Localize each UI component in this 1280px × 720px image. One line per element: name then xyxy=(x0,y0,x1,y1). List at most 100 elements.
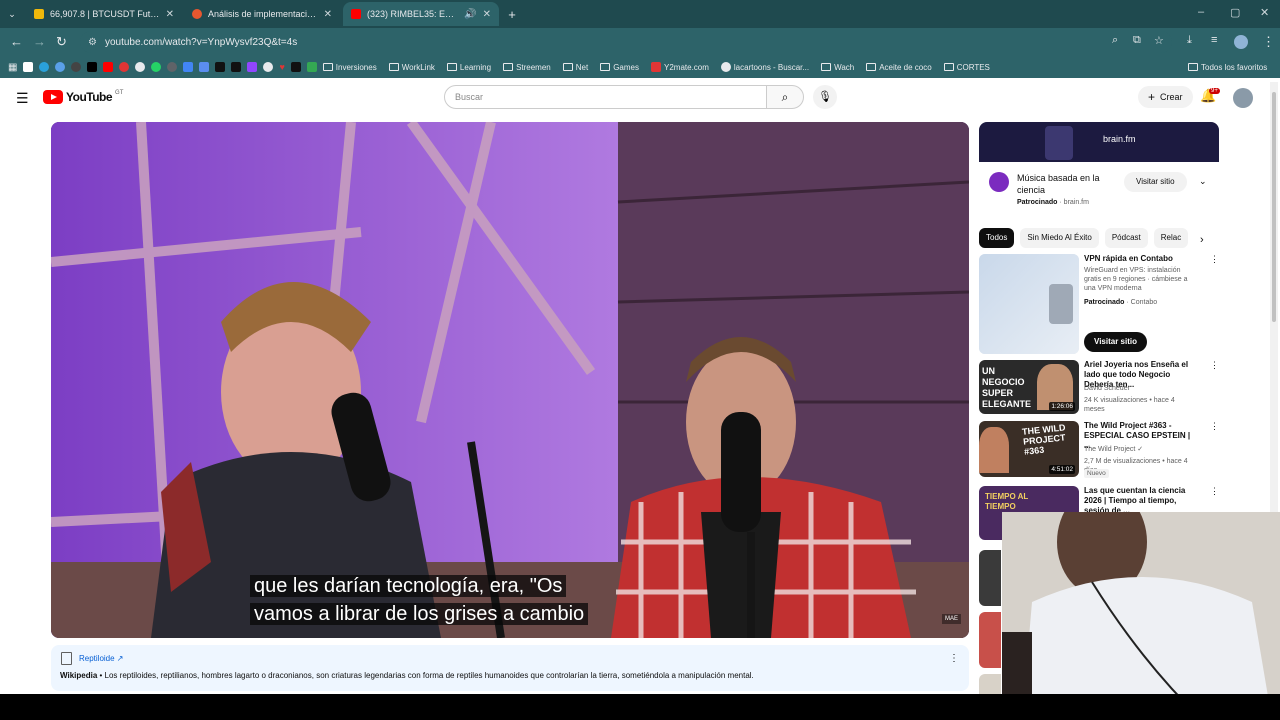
thumbnail[interactable]: UN NEGOCIO SUPER ELEGANTE 1:26:06 xyxy=(979,360,1079,414)
scrollbar-thumb[interactable] xyxy=(1272,92,1276,322)
webcam-overlay xyxy=(1002,512,1280,720)
ad-title: Música basada en la ciencia xyxy=(1017,173,1100,195)
chevron-right-icon[interactable]: › xyxy=(1200,234,1204,246)
close-icon[interactable]: ✕ xyxy=(483,9,491,20)
create-button[interactable]: + Crear xyxy=(1138,86,1193,108)
apps-icon[interactable]: ▦ xyxy=(8,62,17,73)
zoom-icon[interactable]: ⌕ xyxy=(1112,34,1118,47)
bookmark-lacartoons[interactable]: lacartoons - Buscar... xyxy=(720,62,809,72)
bookmark-folder-wach[interactable]: Wach xyxy=(821,63,854,72)
close-icon[interactable]: ✕ xyxy=(166,9,174,20)
shield-icon[interactable] xyxy=(290,62,301,72)
thumbnail-text: UN NEGOCIO SUPER ELEGANTE xyxy=(982,366,1032,409)
bookmark-folder-inversiones[interactable]: Inversiones xyxy=(322,63,377,72)
minimize-icon[interactable]: – xyxy=(1198,6,1204,18)
new-tab-button[interactable]: + xyxy=(502,2,522,26)
bookmark-folder-games[interactable]: Games xyxy=(600,63,639,72)
avatar[interactable] xyxy=(1233,88,1253,108)
thumbnail[interactable] xyxy=(979,612,1001,668)
bookmark-folder-learning[interactable]: Learning xyxy=(446,63,491,72)
bookmark-folder-worklink[interactable]: WorkLink xyxy=(388,63,435,72)
more-options-icon[interactable]: ⋮ xyxy=(1210,486,1219,497)
channel-name[interactable]: David Scheuer xyxy=(1084,384,1196,393)
close-icon[interactable]: ✕ xyxy=(324,9,332,20)
music-icon[interactable] xyxy=(119,62,130,72)
telegram-icon[interactable] xyxy=(39,62,50,72)
docs-icon[interactable] xyxy=(183,62,194,72)
download-icon[interactable]: ⤓ xyxy=(1187,34,1192,47)
reload-icon[interactable]: ↻ xyxy=(56,34,67,50)
close-window-icon[interactable]: ✕ xyxy=(1260,6,1269,19)
translate-icon[interactable] xyxy=(199,62,210,72)
thumbnail[interactable] xyxy=(979,550,1001,606)
globe-icon[interactable] xyxy=(167,62,178,72)
chatgpt-icon[interactable] xyxy=(135,62,146,72)
info-panel-title-link[interactable]: Reptiloide ↗ xyxy=(79,654,124,663)
all-bookmarks[interactable]: Todos los favoritos xyxy=(1188,63,1267,72)
bookmark-folder-aceite[interactable]: Aceite de coco xyxy=(866,63,932,72)
channel-name[interactable]: The Wild Project ✓ xyxy=(1084,445,1196,454)
search-button[interactable]: ⌕ xyxy=(766,85,804,109)
cast-icon[interactable]: ⧉ xyxy=(1133,34,1141,47)
chevron-down-icon[interactable]: ⌄ xyxy=(1199,176,1207,187)
bookmark-folder-cortes[interactable]: CORTES xyxy=(943,63,990,72)
thumbnail[interactable] xyxy=(979,674,1001,694)
forward-icon[interactable]: → xyxy=(33,34,46,49)
chip-sin-miedo[interactable]: Sin Miedo Al Éxito xyxy=(1020,228,1099,248)
brainfm-icon xyxy=(989,172,1009,192)
more-options-icon[interactable]: ⋮ xyxy=(1210,421,1219,432)
app-icon[interactable] xyxy=(263,62,274,72)
more-options-icon[interactable]: ⋮ xyxy=(1210,360,1219,371)
video-player[interactable]: que les darían tecnología, era, "Os vamo… xyxy=(51,122,969,638)
list-item[interactable]: THE WILD PROJECT #363 4:51:02 The Wild P… xyxy=(979,421,1219,481)
tiktok-icon[interactable] xyxy=(231,62,242,72)
more-options-icon[interactable]: ⋮ xyxy=(949,653,959,664)
duration-badge: 1:26:06 xyxy=(1049,402,1075,411)
x-icon[interactable] xyxy=(87,62,98,72)
bookmark-folder-streemen[interactable]: Streemen xyxy=(503,63,551,72)
search-input[interactable]: Buscar xyxy=(444,85,767,109)
video-meta: 24 K visualizaciones • hace 4 meses xyxy=(1084,397,1175,413)
chip-relac[interactable]: Relac xyxy=(1153,228,1189,248)
hamburger-menu-icon[interactable]: ☰ xyxy=(16,90,29,107)
more-options-icon[interactable]: ⋮ xyxy=(1210,254,1219,265)
tab-btcusdt[interactable]: 66,907.8 | BTCUSDT Futuros - E ✕ xyxy=(26,2,182,26)
tab-youtube[interactable]: (323) RIMBEL35: Extraterre 🔊 ✕ xyxy=(343,2,499,26)
thumbnail[interactable] xyxy=(979,254,1079,354)
thumbnail[interactable]: THE WILD PROJECT #363 4:51:02 xyxy=(979,421,1079,477)
back-icon[interactable]: ← xyxy=(10,34,23,49)
youtube-icon[interactable] xyxy=(103,62,114,72)
site-info-icon[interactable]: ⚙ xyxy=(88,37,97,48)
tab-search-icon[interactable]: ⌄ xyxy=(4,2,20,26)
list-item[interactable]: VPN rápida en Contabo WireGuard en VPS: … xyxy=(979,254,1219,356)
chip-todos[interactable]: Todos xyxy=(979,228,1015,248)
visit-site-button[interactable]: Visitar sitio xyxy=(1124,172,1187,192)
address-bar[interactable]: ⚙ youtube.com/watch?v=YnpWysvf23Q&t=4s xyxy=(80,31,1172,53)
chip-podcast[interactable]: Pódcast xyxy=(1104,228,1148,248)
sheets-icon[interactable] xyxy=(306,62,317,72)
bookmark-icon[interactable] xyxy=(23,62,34,72)
star-icon[interactable]: ☆ xyxy=(1154,34,1164,47)
youtube-logo[interactable]: YouTube GT xyxy=(43,90,123,104)
ad-banner[interactable]: brain.fm xyxy=(979,122,1219,162)
video-title[interactable]: VPN rápida en Contabo xyxy=(1084,254,1196,264)
restore-icon[interactable]: ▢ xyxy=(1230,6,1240,19)
bookmark-y2mate[interactable]: Y2mate.com xyxy=(651,62,709,72)
tradingview-icon[interactable] xyxy=(215,62,226,72)
media-icon[interactable]: ≡ xyxy=(1211,34,1217,46)
visit-site-button[interactable]: Visitar sitio xyxy=(1084,332,1147,352)
voice-search-button[interactable]: 🎙 xyxy=(813,85,837,109)
profile-icon[interactable] xyxy=(1234,35,1248,49)
bookmark-folder-net[interactable]: Net xyxy=(562,63,588,72)
github-icon[interactable] xyxy=(71,62,82,72)
heart-icon[interactable]: ♥ xyxy=(279,62,284,72)
sponsored-ad-card[interactable]: brain.fm Música basada en la ciencia Pat… xyxy=(979,122,1219,218)
channel-watermark[interactable]: MAE xyxy=(941,614,961,624)
tab-analisis[interactable]: Análisis de implementación del ✕ xyxy=(184,2,340,26)
twitch-icon[interactable] xyxy=(247,62,258,72)
whatsapp-icon[interactable] xyxy=(151,62,162,72)
menu-icon[interactable]: ⋮ xyxy=(1262,34,1275,50)
speaker-icon[interactable]: 🔊 xyxy=(464,9,476,20)
list-item[interactable]: UN NEGOCIO SUPER ELEGANTE 1:26:06 Ariel … xyxy=(979,360,1219,416)
cloud-icon[interactable] xyxy=(55,62,66,72)
